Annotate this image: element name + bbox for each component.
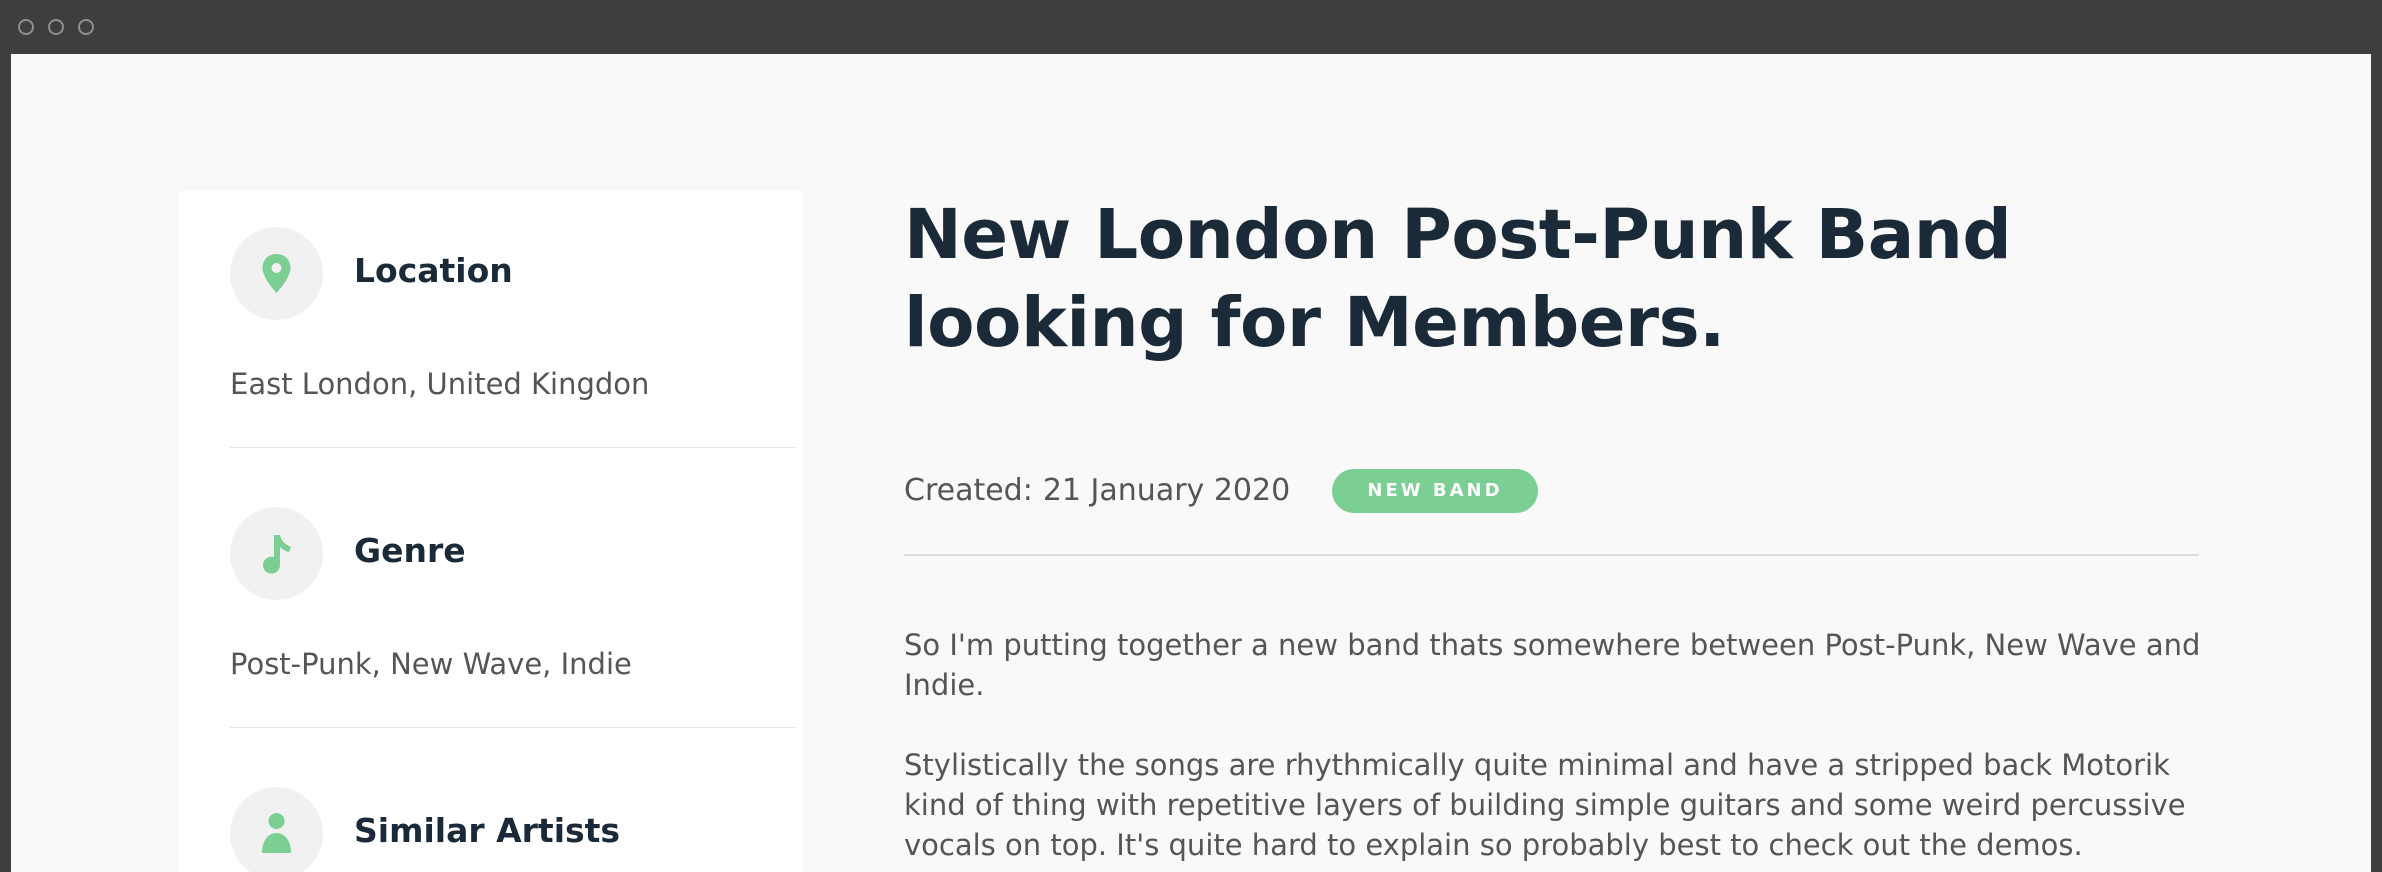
location-title: Location bbox=[354, 251, 513, 290]
listing-description: So I'm putting together a new band thats… bbox=[904, 625, 2214, 872]
genre-value: Post-Punk, New Wave, Indie bbox=[230, 647, 632, 681]
window-minimize-button[interactable] bbox=[48, 19, 64, 35]
music-note-icon bbox=[230, 507, 323, 600]
new-band-badge: NEW BAND bbox=[1332, 469, 1538, 513]
section-divider bbox=[230, 727, 796, 728]
location-value: East London, United Kingdon bbox=[230, 367, 650, 401]
person-icon bbox=[230, 787, 323, 872]
window-maximize-button[interactable] bbox=[78, 19, 94, 35]
listing-main: New London Post-Punk Band looking for Me… bbox=[904, 191, 2214, 862]
genre-title: Genre bbox=[354, 531, 466, 570]
created-date: Created: 21 January 2020 bbox=[904, 473, 1290, 508]
description-paragraph: So I'm putting together a new band thats… bbox=[904, 628, 2201, 702]
location-pin-icon bbox=[230, 227, 323, 320]
description-paragraph: Stylistically the songs are rhythmically… bbox=[904, 748, 2186, 862]
band-info-sidebar: Location East London, United Kingdon Gen… bbox=[179, 191, 803, 872]
page-viewport: Location East London, United Kingdon Gen… bbox=[11, 54, 2371, 872]
page-title: New London Post-Punk Band looking for Me… bbox=[904, 195, 2012, 363]
title-divider bbox=[904, 554, 2199, 556]
listing-meta: Created: 21 January 2020 NEW BAND bbox=[904, 469, 2214, 513]
section-divider bbox=[230, 447, 796, 448]
similar-artists-title: Similar Artists bbox=[354, 811, 621, 850]
created-date-value: 21 January 2020 bbox=[1042, 473, 1291, 508]
created-label: Created: bbox=[904, 473, 1033, 508]
window-titlebar bbox=[0, 0, 2382, 54]
window-close-button[interactable] bbox=[18, 19, 34, 35]
